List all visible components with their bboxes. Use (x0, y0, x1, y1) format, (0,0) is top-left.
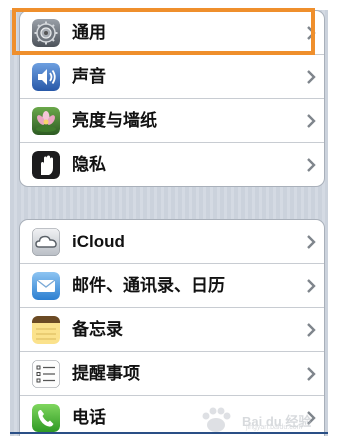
settings-row-mail-contacts-calendars[interactable]: 邮件、通讯录、日历 (20, 264, 324, 308)
settings-row-privacy[interactable]: 隐私 (20, 143, 324, 186)
settings-screen: 通用 声音 亮度与墙纸 隐私 iCloud 邮件、通讯录、日历 备忘录 提醒事项… (10, 10, 328, 436)
notes-icon (32, 316, 60, 344)
settings-row-reminders[interactable]: 提醒事项 (20, 352, 324, 396)
speaker-icon (32, 63, 60, 91)
chevron-right-icon (306, 69, 316, 85)
settings-row-label: 声音 (72, 67, 106, 86)
settings-group-general: 通用 声音 亮度与墙纸 隐私 (19, 10, 325, 187)
chevron-right-icon (306, 278, 316, 294)
bottom-divider (10, 432, 328, 434)
settings-gear-icon (32, 19, 60, 47)
settings-row-brightness-wallpaper[interactable]: 亮度与墙纸 (20, 99, 324, 143)
settings-row-label: 备忘录 (72, 320, 123, 339)
settings-row-icloud[interactable]: iCloud (20, 220, 324, 264)
phone-icon (32, 404, 60, 432)
settings-group-apps: iCloud 邮件、通讯录、日历 备忘录 提醒事项 电话 (19, 219, 325, 436)
flower-wallpaper-icon (32, 107, 60, 135)
settings-row-label: 电话 (72, 408, 106, 427)
watermark-url: jingyan.baidu.com (246, 424, 303, 431)
reminders-list-icon (32, 360, 60, 388)
settings-row-notes[interactable]: 备忘录 (20, 308, 324, 352)
settings-row-label: 邮件、通讯录、日历 (72, 276, 225, 295)
settings-row-label: 通用 (72, 23, 106, 42)
settings-row-label: 提醒事项 (72, 364, 140, 383)
settings-row-label: 隐私 (72, 155, 106, 174)
settings-row-label: 亮度与墙纸 (72, 111, 157, 130)
chevron-right-icon (306, 234, 316, 250)
mail-envelope-icon (32, 272, 60, 300)
chevron-right-icon (306, 322, 316, 338)
chevron-right-icon (306, 113, 316, 129)
paw-logo-icon (202, 407, 231, 432)
chevron-right-icon (306, 25, 316, 41)
settings-row-label: iCloud (72, 232, 125, 251)
hand-privacy-icon (32, 151, 60, 179)
chevron-right-icon (306, 157, 316, 173)
watermark: Bai du 经验 jingyan.baidu.com (196, 405, 326, 435)
settings-row-general[interactable]: 通用 (20, 11, 324, 55)
cloud-icon (32, 228, 60, 256)
settings-row-sounds[interactable]: 声音 (20, 55, 324, 99)
chevron-right-icon (306, 366, 316, 382)
